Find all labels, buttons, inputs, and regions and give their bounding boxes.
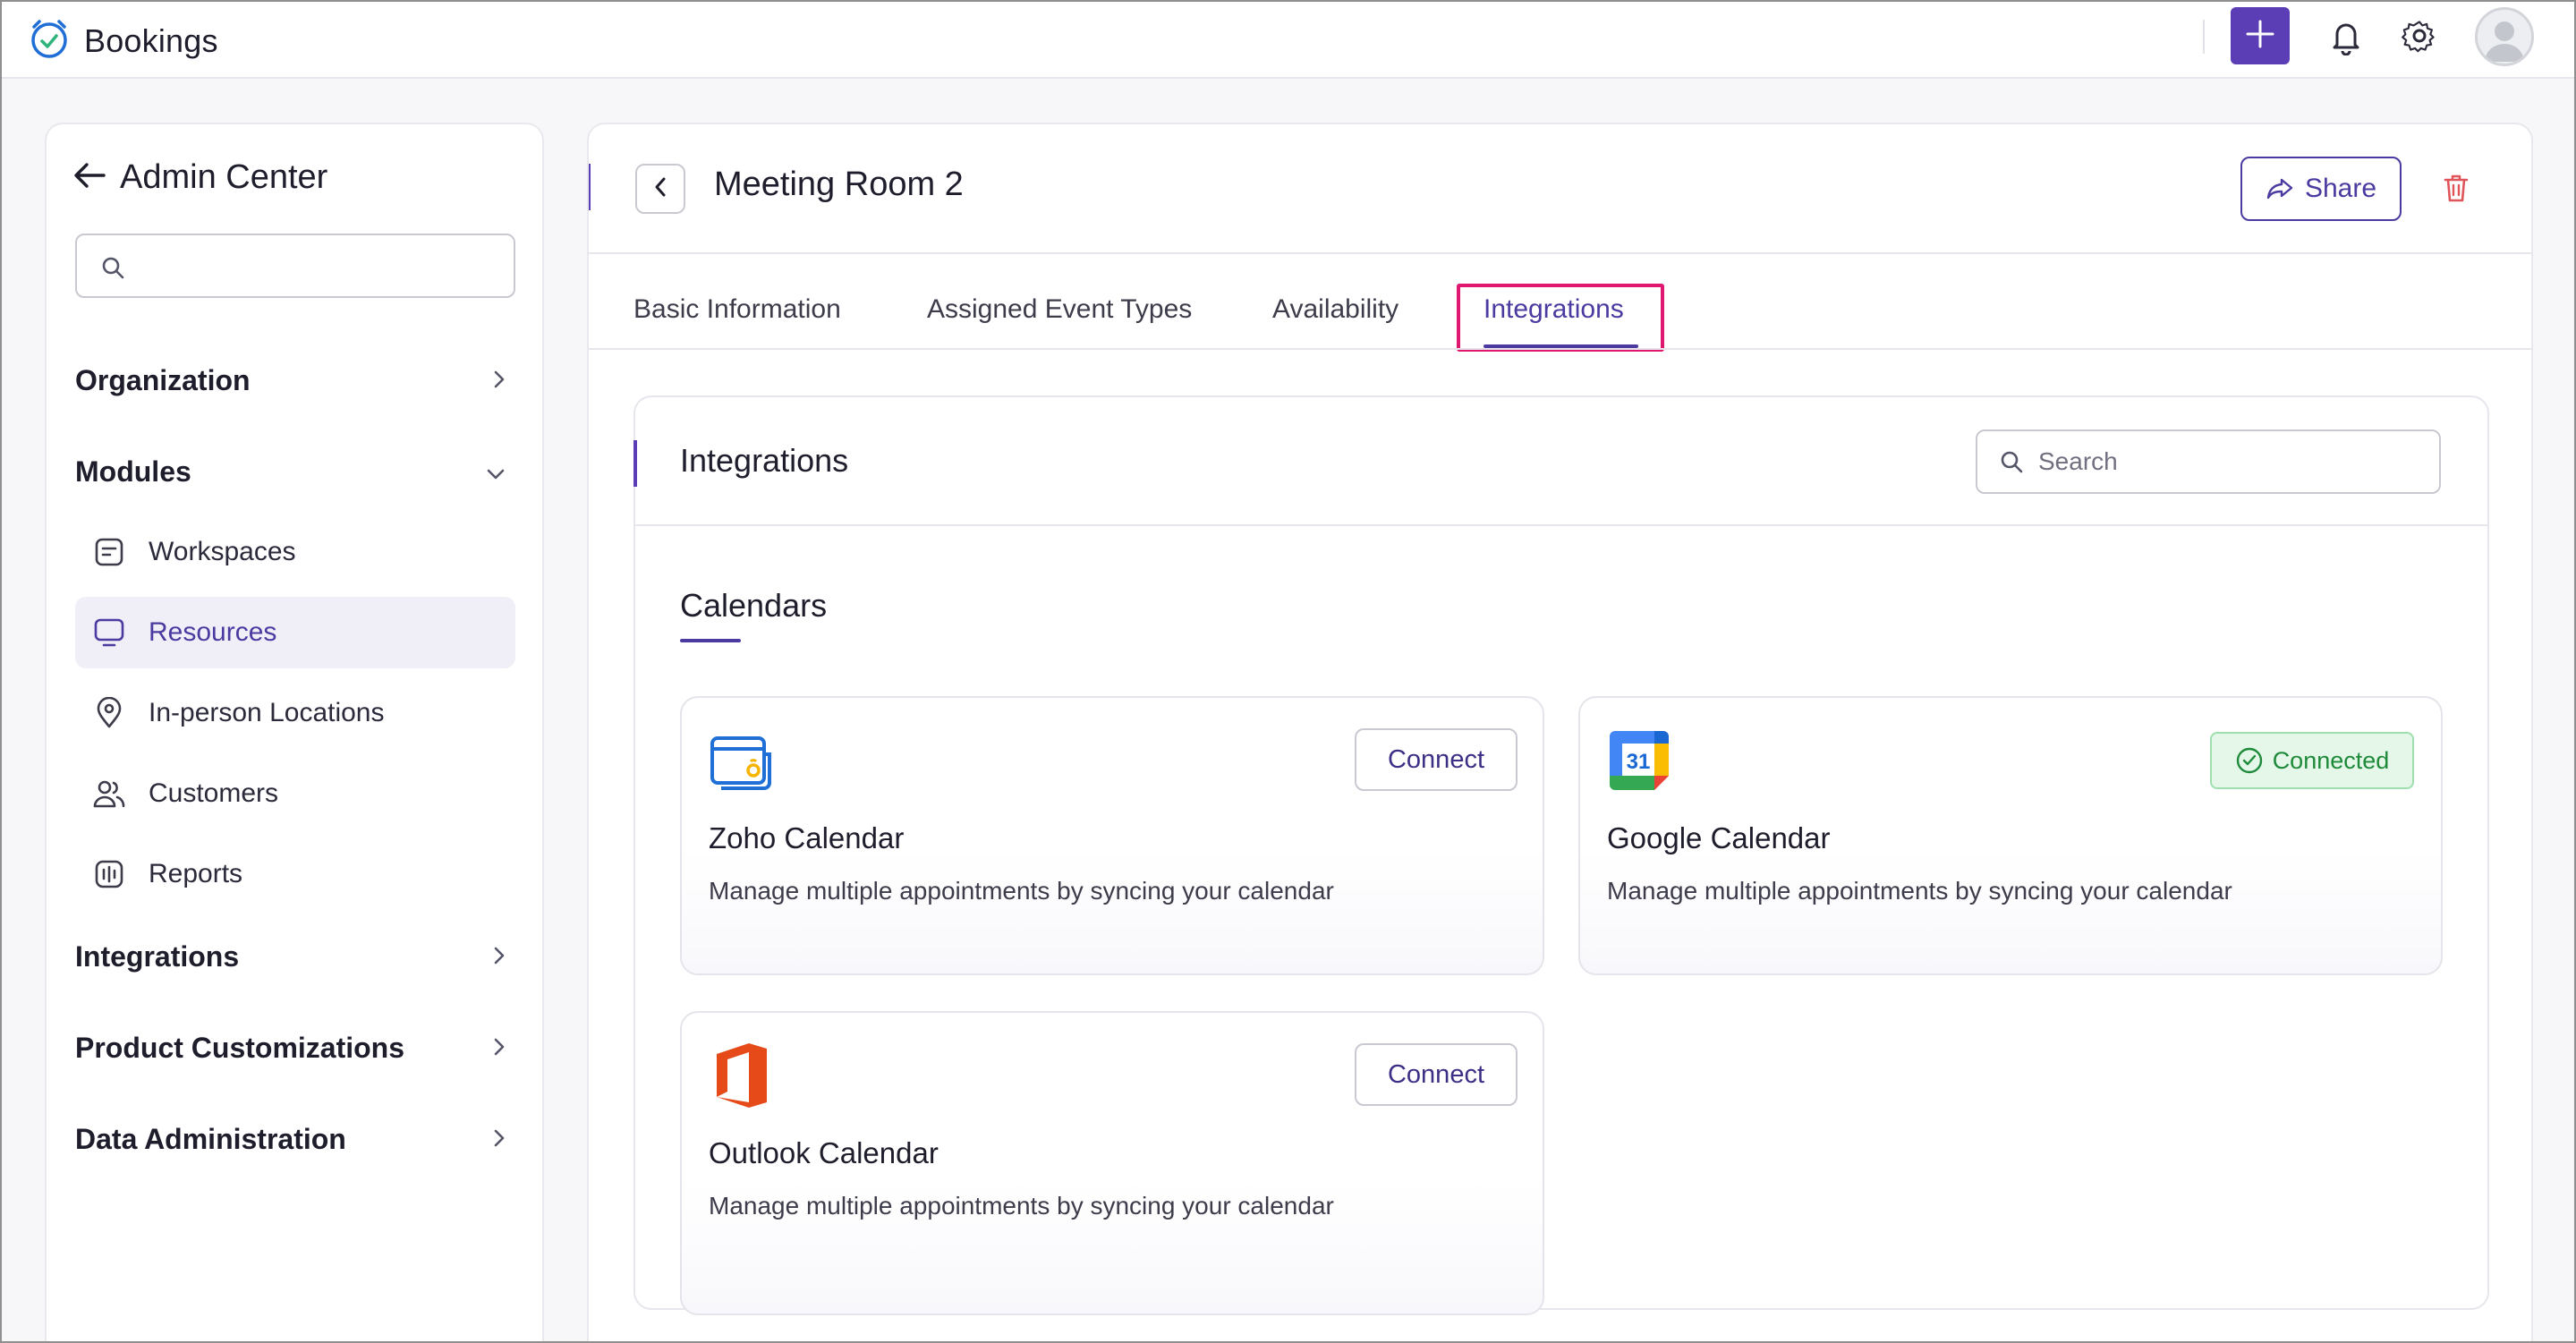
admin-center-back[interactable]: Admin Center <box>73 158 327 197</box>
brand[interactable]: Bookings <box>27 16 218 65</box>
sidebar-item-workspaces[interactable]: Workspaces <box>75 516 515 588</box>
tab-assigned-event-types[interactable]: Assigned Event Types <box>927 294 1192 325</box>
office-icon <box>709 1043 773 1108</box>
google-calendar-icon-text: 31 <box>1627 750 1651 774</box>
zoho-connect-button[interactable]: Connect <box>1355 728 1518 791</box>
integrations-accent <box>633 440 637 487</box>
integrations-search-input[interactable] <box>2038 447 2414 476</box>
calendars-heading: Calendars <box>680 587 828 624</box>
outlook-calendar-card: Connect Outlook Calendar Manage multiple… <box>680 1011 1544 1315</box>
panel-accent <box>589 164 591 210</box>
google-connected-badge[interactable]: Connected <box>2210 732 2414 789</box>
gear-icon <box>2401 21 2438 58</box>
zoho-calendar-icon <box>709 728 773 793</box>
zoho-calendar-description: Manage multiple appointments by syncing … <box>709 877 1334 905</box>
outlook-calendar-name: Outlook Calendar <box>709 1136 939 1169</box>
google-calendar-name: Google Calendar <box>1607 821 1831 854</box>
users-icon <box>91 776 127 812</box>
chevron-right-icon <box>492 364 506 397</box>
sidebar-item-customers[interactable]: Customers <box>75 758 515 829</box>
sidebar-item-label: Reports <box>149 859 243 888</box>
calendars-underline <box>680 639 741 642</box>
page-title: Meeting Room 2 <box>714 166 964 203</box>
create-button[interactable] <box>2231 7 2290 64</box>
bookings-logo-icon <box>27 16 72 65</box>
connected-label: Connected <box>2272 746 2390 774</box>
header-divider <box>589 252 2531 254</box>
sidebar-section-label: Integrations <box>75 939 240 973</box>
sidebar-section-label: Product Customizations <box>75 1031 405 1064</box>
sidebar: Admin Center Organization Modules Worksp… <box>45 123 544 1343</box>
integrations-divider <box>635 524 2487 526</box>
sidebar-search-input[interactable] <box>75 234 515 298</box>
sidebar-item-label: In-person Locations <box>149 698 385 727</box>
topbar-divider <box>2203 20 2205 54</box>
sidebar-item-label: Resources <box>149 617 277 647</box>
tab-basic-information[interactable]: Basic Information <box>633 294 841 325</box>
monitor-icon <box>91 615 127 650</box>
tab-availability[interactable]: Availability <box>1272 294 1399 325</box>
share-label: Share <box>2304 174 2377 203</box>
sidebar-item-label: Workspaces <box>149 537 296 566</box>
avatar[interactable] <box>2475 7 2534 66</box>
sidebar-item-in-person-locations[interactable]: In-person Locations <box>75 677 515 749</box>
sidebar-section-product-customizations[interactable]: Product Customizations <box>75 1021 515 1075</box>
search-icon <box>100 255 125 285</box>
integrations-title: Integrations <box>680 442 849 479</box>
chevron-left-icon <box>652 175 668 203</box>
app-title: Bookings <box>84 21 218 59</box>
chevron-right-icon <box>492 1032 506 1065</box>
sidebar-item-reports[interactable]: Reports <box>75 838 515 910</box>
sidebar-section-label: Organization <box>75 363 251 396</box>
back-button[interactable] <box>635 164 685 214</box>
trash-icon <box>2443 174 2470 207</box>
sidebar-item-label: Customers <box>149 778 279 808</box>
main-panel: Meeting Room 2 Share Basic Information A… <box>587 123 2533 1343</box>
google-calendar-card: 31 Connected Google Calendar Manage mult… <box>1578 696 2443 975</box>
tabs-divider <box>589 348 2531 350</box>
tab-highlight-box <box>1457 284 1664 352</box>
sidebar-item-resources[interactable]: Resources <box>75 597 515 668</box>
reports-icon <box>91 856 127 892</box>
share-icon <box>2266 177 2294 200</box>
sidebar-section-label: Data Administration <box>75 1122 346 1155</box>
plus-icon <box>2245 19 2275 54</box>
workspace-icon <box>91 534 127 570</box>
check-circle-icon <box>2235 746 2264 775</box>
sidebar-section-integrations[interactable]: Integrations <box>75 930 515 983</box>
google-calendar-description: Manage multiple appointments by syncing … <box>1607 877 2232 905</box>
share-button[interactable]: Share <box>2240 157 2402 221</box>
bell-icon <box>2328 23 2364 59</box>
chevron-right-icon <box>492 1123 506 1156</box>
sidebar-section-modules[interactable]: Modules <box>75 445 515 498</box>
settings-button[interactable] <box>2401 17 2438 59</box>
chevron-right-icon <box>492 940 506 973</box>
sidebar-section-label: Modules <box>75 455 191 488</box>
admin-center-title: Admin Center <box>120 158 328 196</box>
arrow-left-icon <box>73 162 106 193</box>
location-pin-icon <box>91 695 127 731</box>
sidebar-section-organization[interactable]: Organization <box>75 353 515 407</box>
search-icon <box>1999 449 2024 474</box>
outlook-calendar-description: Manage multiple appointments by syncing … <box>709 1192 1334 1220</box>
zoho-calendar-name: Zoho Calendar <box>709 821 905 854</box>
outlook-connect-button[interactable]: Connect <box>1355 1043 1518 1106</box>
delete-button[interactable] <box>2443 173 2470 208</box>
top-bar: Bookings <box>0 0 2576 79</box>
notifications-button[interactable] <box>2328 18 2364 60</box>
sidebar-section-data-administration[interactable]: Data Administration <box>75 1112 515 1166</box>
google-calendar-icon: 31 <box>1607 728 1671 793</box>
chevron-down-icon <box>485 455 506 489</box>
integrations-card: Integrations Calendars Connect Zoho <box>633 395 2489 1315</box>
integrations-search[interactable] <box>1976 429 2441 494</box>
zoho-calendar-card: Connect Zoho Calendar Manage multiple ap… <box>680 696 1544 975</box>
